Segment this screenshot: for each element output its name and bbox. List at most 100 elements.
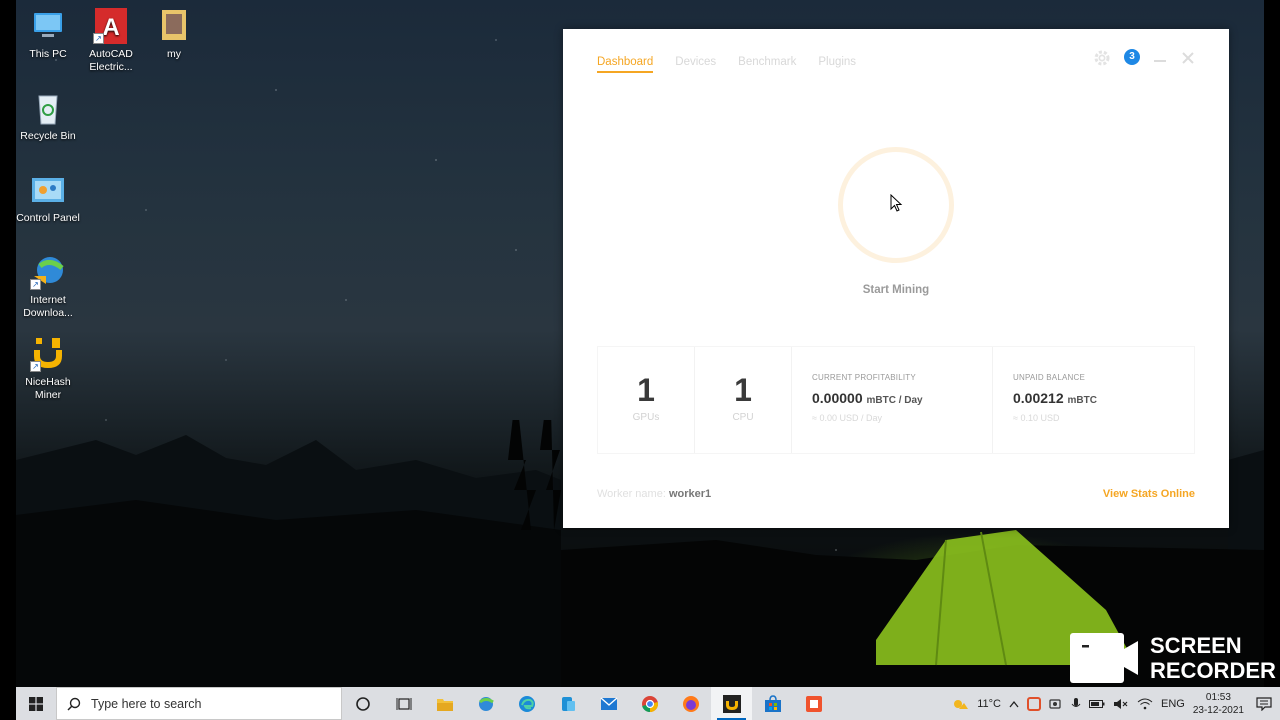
desktop-icon-this-pc[interactable]: This PC: [16, 8, 80, 61]
tab-dashboard[interactable]: Dashboard: [597, 56, 654, 73]
nicehash-miner-window: Dashboard Devices Benchmark Plugins 3 St…: [563, 29, 1229, 528]
tab-bar: Dashboard Devices Benchmark Plugins: [597, 56, 856, 73]
close-button[interactable]: [1180, 49, 1196, 67]
clock-date: 23-12-2021: [1192, 704, 1244, 716]
icon-label: Control Panel: [16, 212, 80, 224]
screen-recorder-icon: [805, 695, 822, 712]
taskbar-edge[interactable]: [506, 687, 547, 720]
notifications-button[interactable]: 3: [1124, 49, 1140, 65]
minimize-icon: [1154, 60, 1166, 62]
start-button[interactable]: [16, 687, 56, 720]
language-indicator[interactable]: ENG: [1157, 698, 1189, 710]
internet-download-manager-icon: [478, 696, 494, 711]
taskbar-search[interactable]: Type here to search: [56, 687, 342, 720]
worker-value: worker1: [668, 488, 712, 500]
volume-button[interactable]: [1109, 698, 1133, 710]
icon-label: This PC: [29, 48, 67, 60]
clock[interactable]: 01:53 23-12-2021: [1189, 691, 1248, 717]
tray-screen-recorder[interactable]: [1023, 696, 1045, 711]
worker-name: Worker name: worker1: [597, 488, 711, 500]
cortana-button[interactable]: [342, 687, 383, 720]
svg-text:A: A: [102, 14, 119, 41]
taskbar-mail[interactable]: [588, 687, 629, 720]
profitability-value: 0.00000: [812, 390, 863, 406]
watermark-text: SCREEN RECORDER: [1150, 633, 1276, 683]
desktop-icon-autocad[interactable]: A ↗ AutoCAD Electric...: [79, 8, 143, 74]
task-view-button[interactable]: [383, 687, 424, 720]
desktop-icon-my[interactable]: my: [142, 8, 206, 61]
temperature[interactable]: 11°C: [973, 698, 1005, 710]
mouse-cursor-icon: [890, 194, 903, 212]
show-hidden-icons-button[interactable]: [1005, 700, 1023, 708]
tab-plugins[interactable]: Plugins: [818, 56, 856, 73]
icon-label: my: [167, 48, 181, 60]
tray-app-icon[interactable]: [1045, 697, 1067, 711]
taskbar-store[interactable]: [752, 687, 793, 720]
taskbar-chrome[interactable]: [629, 687, 670, 720]
watermark-line2: RECORDER: [1150, 658, 1276, 683]
profitability-caption: CURRENT PROFITABILITY: [812, 373, 916, 382]
recycle-bin-icon: [30, 90, 66, 126]
stats-panel: 1 GPUs 1 CPU CURRENT PROFITABILITY 0.000…: [597, 346, 1195, 454]
taskbar-screen-recorder[interactable]: [793, 687, 834, 720]
mail-icon: [600, 696, 617, 710]
control-panel-icon: [30, 172, 66, 208]
gpu-count: 1: [637, 372, 655, 408]
file-explorer-icon: [436, 698, 453, 711]
chrome-icon: [641, 695, 658, 712]
start-mining-label[interactable]: Start Mining: [796, 284, 996, 296]
start-mining-button[interactable]: [838, 147, 954, 263]
tab-benchmark[interactable]: Benchmark: [738, 56, 796, 73]
battery-icon: [1089, 699, 1105, 708]
folder-icon: [156, 8, 192, 44]
shortcut-arrow-icon: ↗: [93, 33, 104, 44]
internet-download-manager-icon: ↗: [30, 254, 66, 290]
taskbar-file-explorer[interactable]: [424, 687, 465, 720]
action-center-button[interactable]: [1248, 696, 1280, 711]
tray-microphone[interactable]: [1067, 697, 1085, 711]
video-camera-icon: [1070, 633, 1138, 683]
worker-label: Worker name:: [597, 488, 666, 500]
cpu-count: 1: [734, 372, 752, 408]
gpu-label: GPUs: [632, 412, 660, 423]
gear-icon: [1094, 50, 1110, 66]
battery-button[interactable]: [1085, 699, 1109, 709]
balance-value-row: 0.00212 mBTC: [1013, 390, 1194, 406]
icon-label: Internet Downloa...: [23, 294, 73, 319]
desktop-icon-nicehash[interactable]: ↗ NiceHash Miner: [16, 336, 80, 402]
profitability-unit: mBTC / Day: [866, 395, 923, 406]
autocad-icon: A ↗: [93, 8, 129, 44]
profitability-value-row: 0.00000 mBTC / Day: [812, 390, 992, 406]
windows-logo-icon: [29, 696, 43, 711]
tab-devices[interactable]: Devices: [675, 56, 716, 73]
volume-muted-icon: [1114, 698, 1128, 709]
taskbar-phone-link[interactable]: [547, 687, 588, 720]
clock-time: 01:53: [1205, 691, 1231, 703]
taskbar-firefox[interactable]: [670, 687, 711, 720]
weather-widget[interactable]: [947, 697, 973, 711]
chevron-up-icon: [1009, 700, 1019, 707]
taskbar-internet-download-manager[interactable]: [465, 687, 506, 720]
gpu-count-card: 1 GPUs: [598, 347, 695, 453]
taskbar-nicehash[interactable]: [711, 687, 752, 720]
task-view-icon: [396, 697, 411, 710]
network-button[interactable]: [1133, 698, 1157, 710]
balance-caption: UNPAID BALANCE: [1013, 373, 1086, 382]
desktop-icon-control-panel[interactable]: Control Panel: [16, 172, 80, 225]
shortcut-arrow-icon: ↗: [30, 279, 41, 290]
microphone-icon: [1071, 697, 1081, 707]
notification-badge: 3: [1124, 49, 1140, 65]
view-stats-online-link[interactable]: View Stats Online: [1103, 488, 1195, 500]
minimize-button[interactable]: [1152, 49, 1168, 67]
icon-label: Recycle Bin: [20, 130, 76, 142]
watermark-line1: SCREEN: [1150, 633, 1242, 658]
firefox-icon: [682, 695, 699, 712]
phone-link-icon: [561, 696, 575, 711]
search-placeholder: Type here to search: [91, 696, 202, 711]
desktop-icon-internet-download-manager[interactable]: ↗ Internet Downloa...: [16, 254, 80, 320]
cpu-label: CPU: [732, 412, 754, 423]
nicehash-icon: [722, 694, 741, 713]
settings-button[interactable]: [1093, 49, 1111, 67]
desktop-icon-recycle-bin[interactable]: Recycle Bin: [16, 90, 80, 143]
screen-recorder-icon: [1027, 696, 1041, 711]
